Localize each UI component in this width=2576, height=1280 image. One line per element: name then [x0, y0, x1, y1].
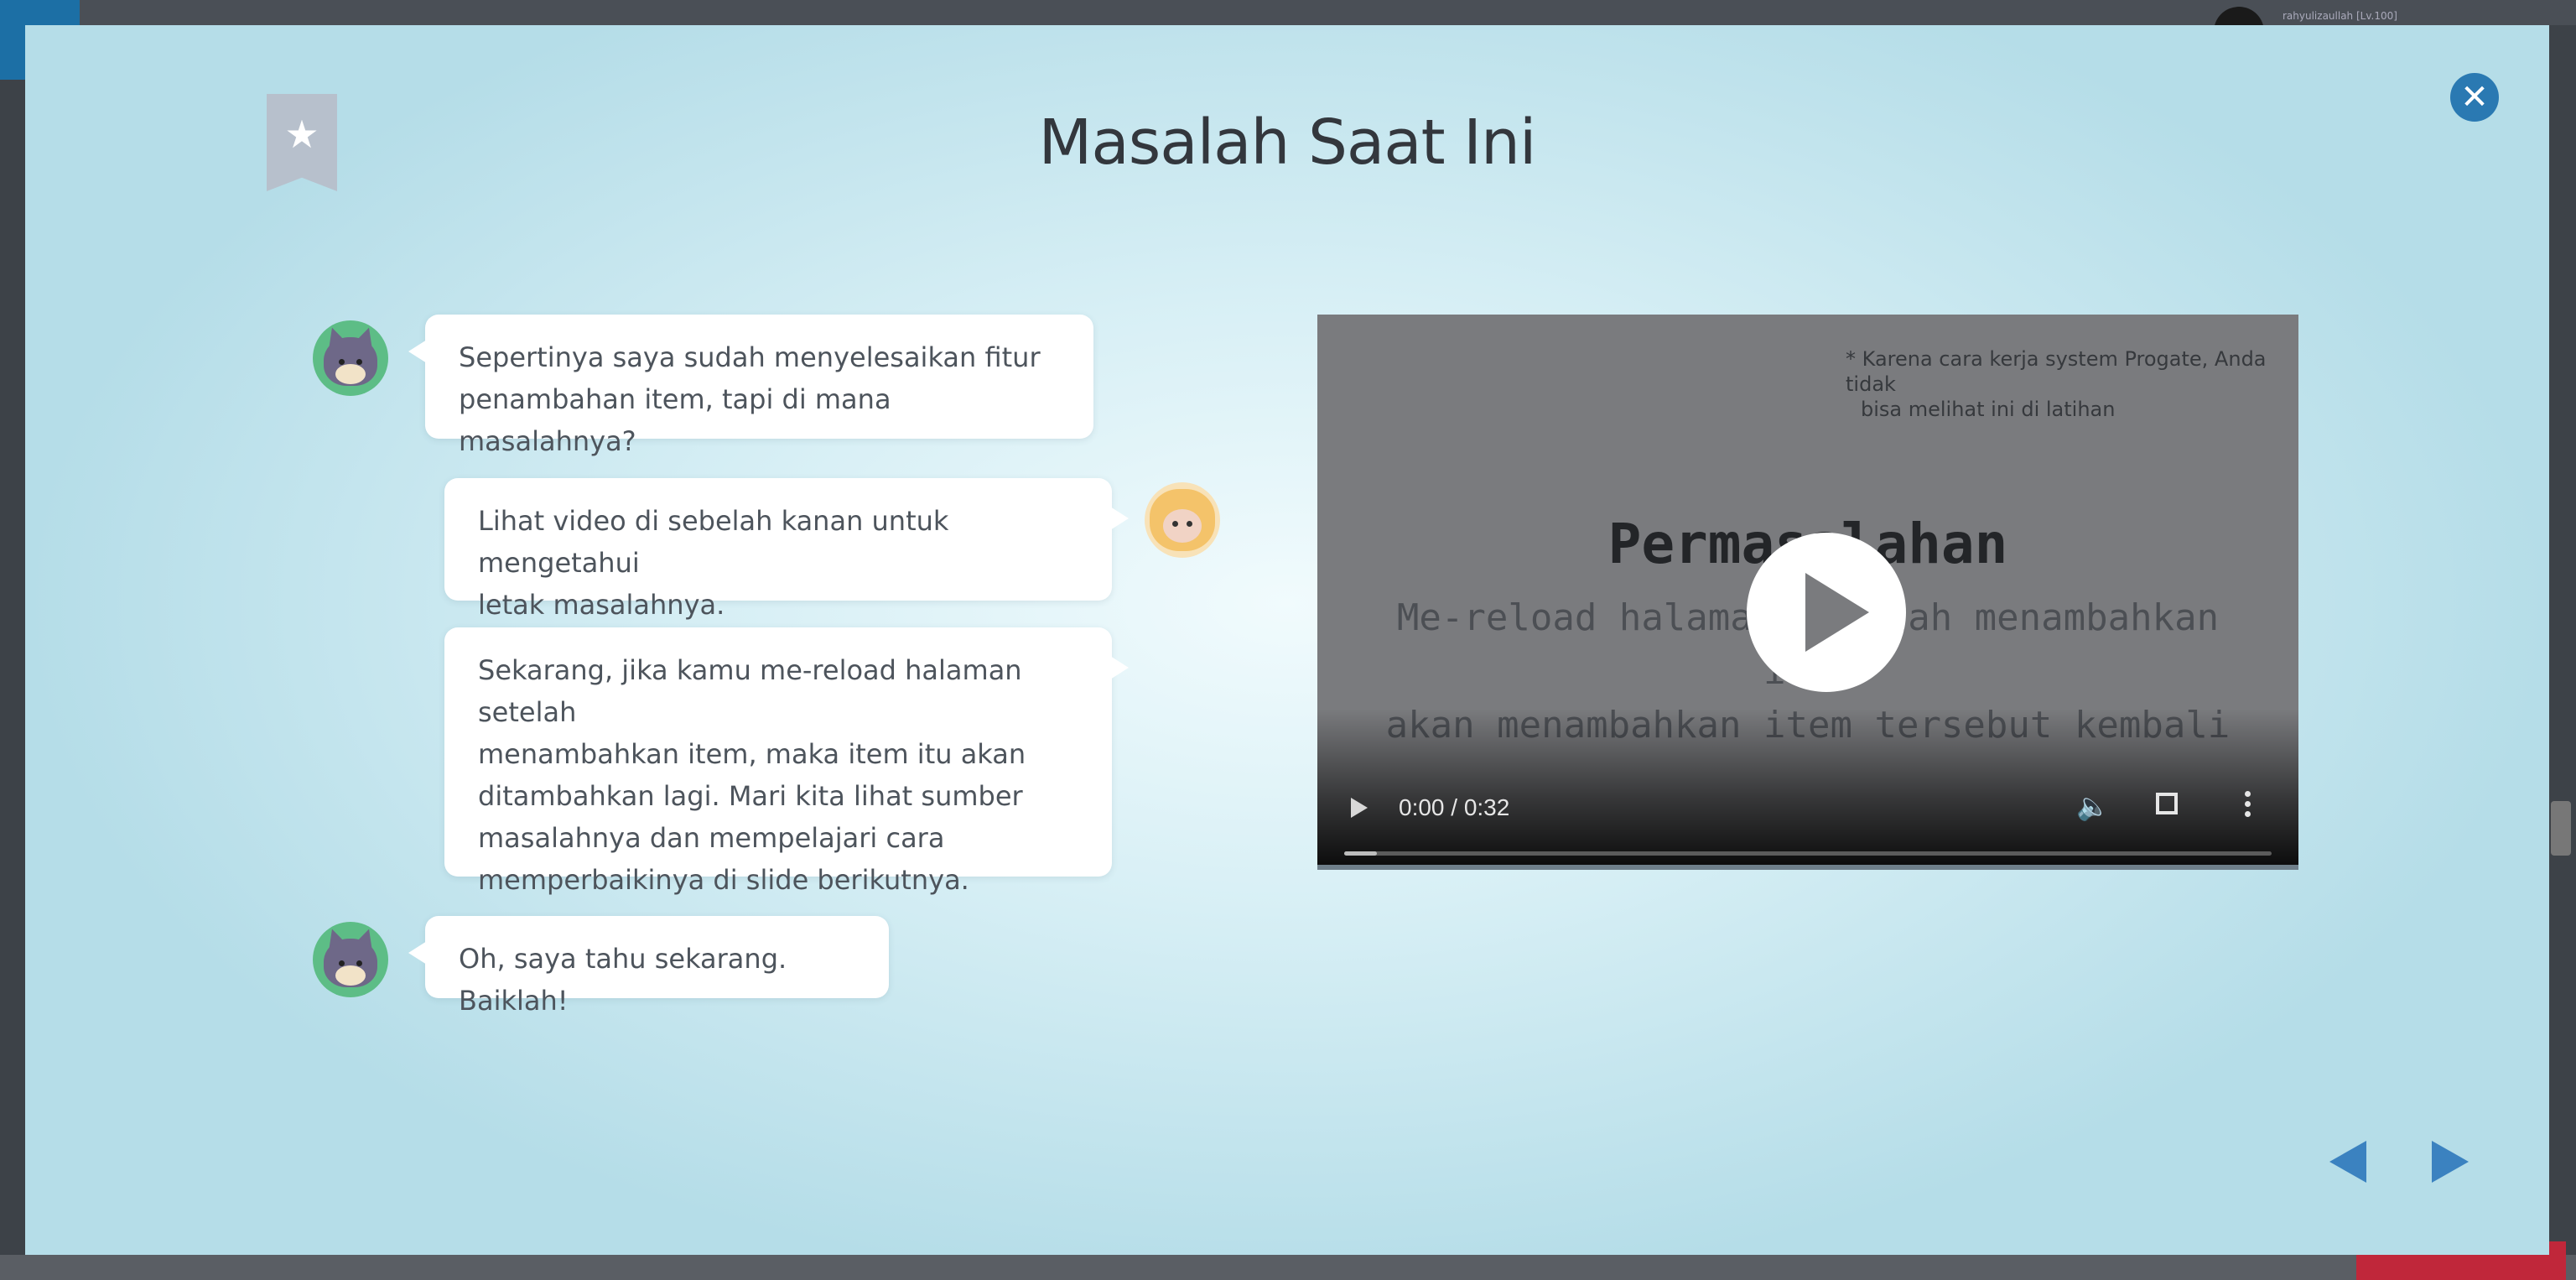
chat-line: ditambahkan lagi. Mari kita lihat sumber	[478, 780, 1023, 812]
background-topbar	[0, 0, 2576, 25]
chat-bubble-cat-1: Sepertinya saya sudah menyelesaikan fitu…	[408, 315, 1093, 457]
arrow-right-icon[interactable]	[2432, 1141, 2469, 1183]
chat-bubble-sheep-2: Sekarang, jika kamu me-reload halaman se…	[444, 627, 1129, 896]
video-note-line: bisa melihat ini di latihan	[1861, 398, 2116, 421]
close-button[interactable]: ✕	[2450, 73, 2499, 122]
progress-fill	[1344, 851, 1377, 856]
fullscreen-icon[interactable]	[2156, 793, 2178, 814]
volume-icon[interactable]: 🔈	[2076, 791, 2110, 821]
video-player[interactable]: * Karena cara kerja system Progate, Anda…	[1317, 315, 2298, 870]
slide-title: Masalah Saat Ini	[1038, 107, 1537, 179]
time-display: 0:00 / 0:32	[1399, 794, 1510, 820]
avatar-cat	[313, 922, 388, 997]
slide-modal: ★ Masalah Saat Ini ✕ Sepertinya saya sud…	[25, 25, 2549, 1255]
chat-line: Lihat video di sebelah kanan untuk menge…	[478, 505, 949, 579]
chat-line: penambahan item, tapi di mana masalahnya…	[459, 383, 891, 457]
chat-line: Oh, saya tahu sekarang. Baiklah!	[459, 943, 787, 1017]
progress-bar[interactable]	[1344, 851, 2272, 856]
chat-bubble-sheep-1: Lihat video di sebelah kanan untuk menge…	[444, 478, 1129, 621]
big-play-button[interactable]	[1747, 533, 1906, 692]
close-icon: ✕	[2460, 78, 2489, 117]
chat-line: memperbaikinya di slide berikutnya.	[478, 864, 969, 896]
chat-line: Sepertinya saya sudah menyelesaikan fitu…	[459, 341, 1041, 373]
avatar-sheep	[1145, 482, 1220, 558]
more-options-icon[interactable]	[2240, 788, 2257, 821]
avatar-cat	[313, 320, 388, 396]
video-note: * Karena cara kerja system Progate, Anda…	[1846, 346, 2290, 422]
play-icon[interactable]	[1351, 798, 1368, 818]
arrow-left-icon[interactable]	[2329, 1141, 2366, 1183]
chat-line: Sekarang, jika kamu me-reload halaman se…	[478, 654, 1022, 728]
chat-line: masalahnya dan mempelajari cara	[478, 822, 945, 854]
controls-gradient	[1317, 709, 2298, 870]
background-username: rahyulizaullah [Lv.100]	[2283, 10, 2397, 22]
video-bottom-border	[1317, 865, 2298, 870]
chat-line: letak masalahnya.	[478, 589, 725, 621]
background-bottom-bar	[0, 1255, 2576, 1280]
video-note-line: * Karena cara kerja system Progate, Anda…	[1846, 347, 2267, 396]
chat-line: menambahkan item, maka item itu akan	[478, 738, 1026, 770]
background-scrollbar	[2551, 801, 2571, 856]
chat-bubble-cat-2: Oh, saya tahu sekarang. Baiklah!	[408, 916, 889, 1017]
